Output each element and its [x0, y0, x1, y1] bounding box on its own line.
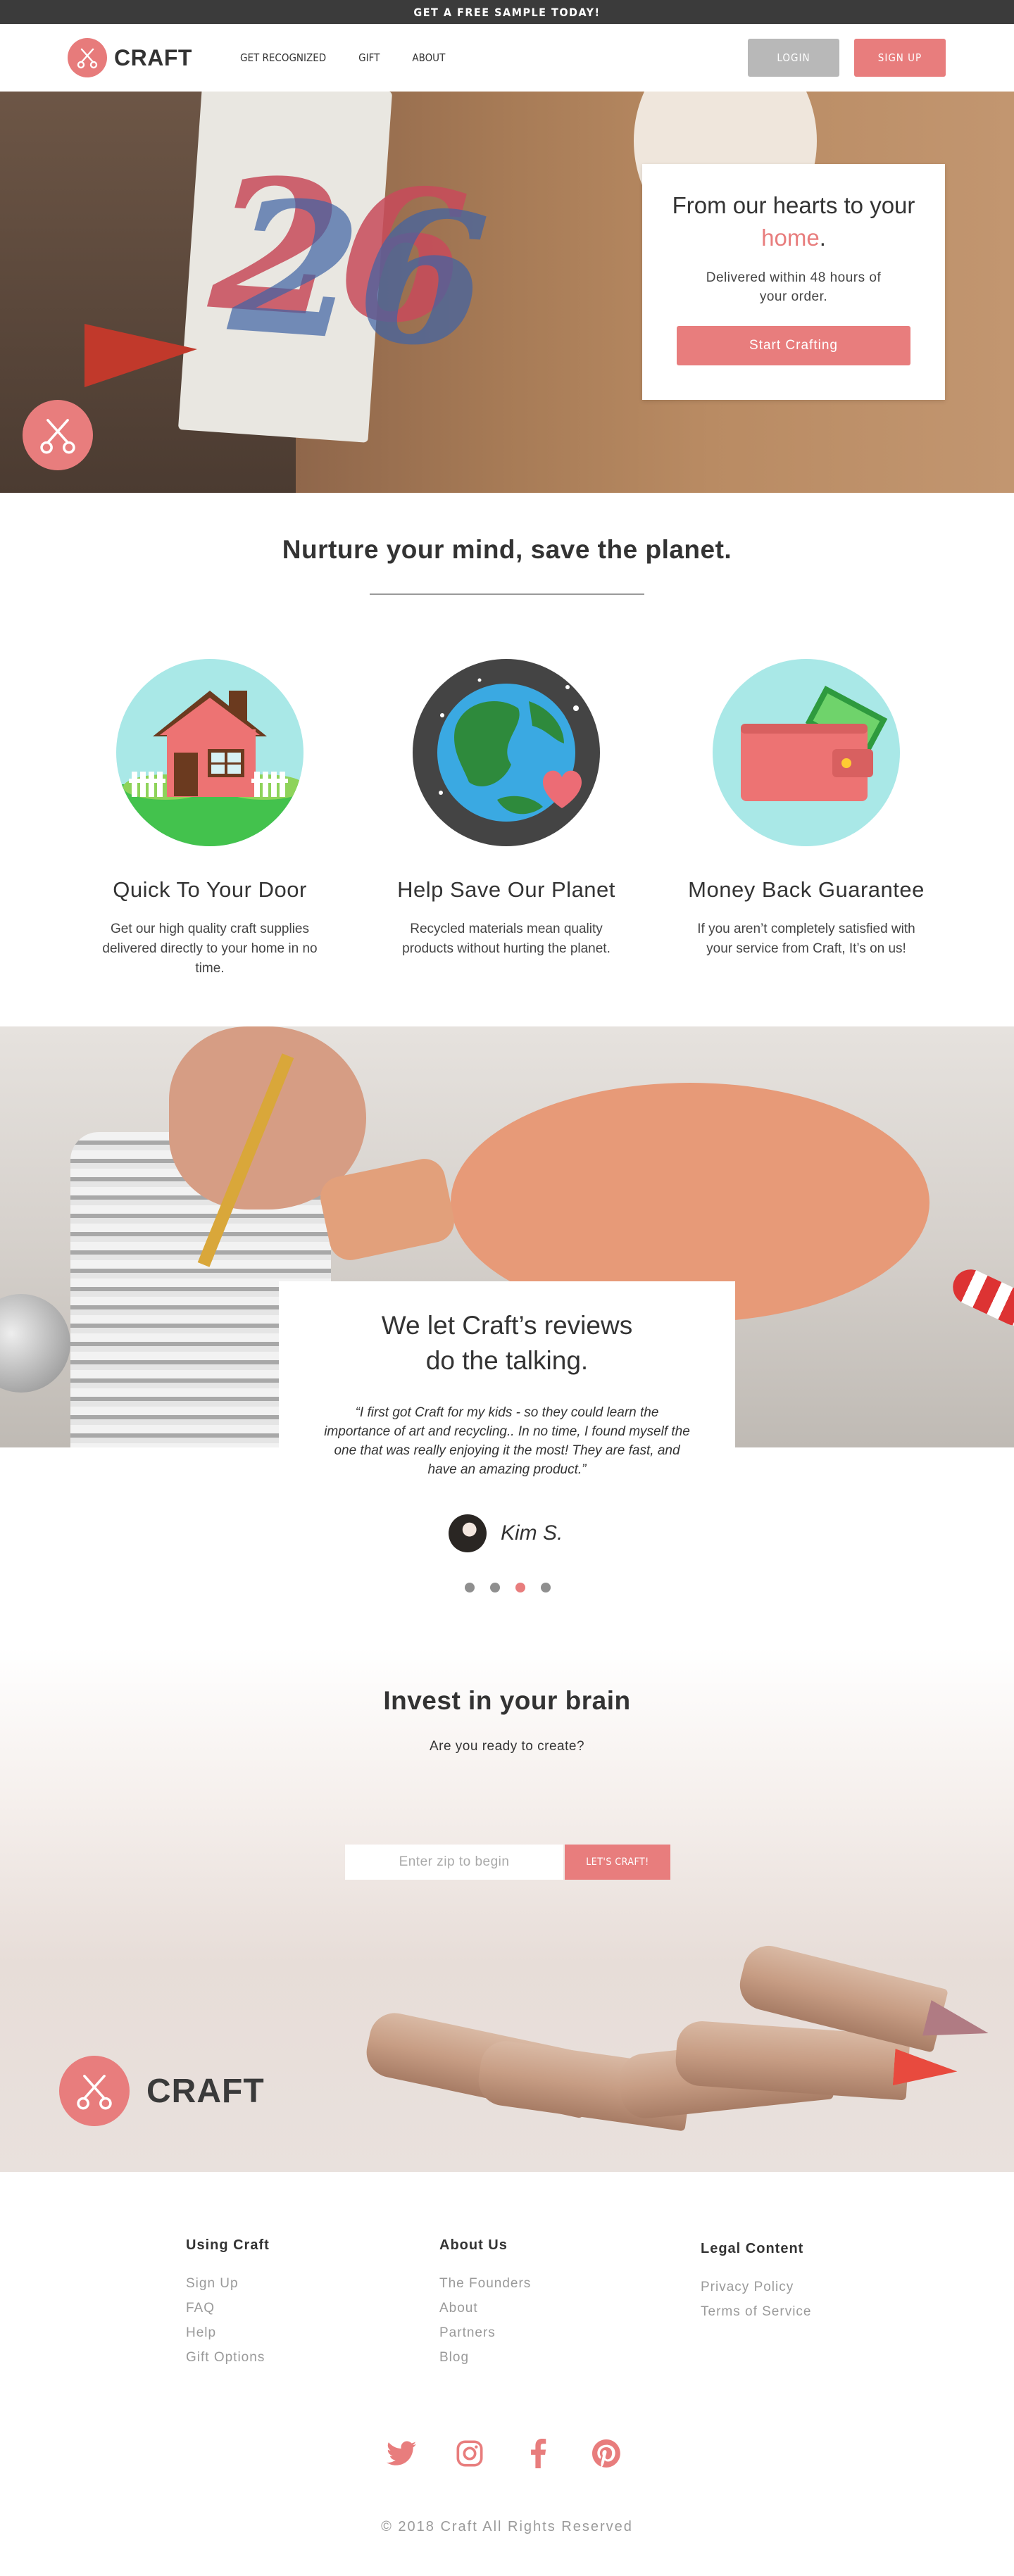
signup-button[interactable]: SIGN UP	[854, 39, 946, 77]
hero-shirt-number-shadow: 26	[224, 158, 494, 391]
footer-link-terms[interactable]: Terms of Service	[701, 2299, 811, 2324]
lets-craft-button[interactable]: LET'S CRAFT!	[565, 1845, 670, 1880]
review-quote: “I first got Craft for my kids - so they…	[324, 1405, 690, 1477]
feature-title: Money Back Guarantee	[688, 877, 925, 902]
hero-subtitle: Delivered within 48 hours of your order.	[706, 270, 882, 304]
hero-scissors-badge	[23, 400, 93, 470]
zip-input[interactable]	[345, 1845, 563, 1880]
nav-links: GET RECOGNIZED GIFT ABOUT	[240, 24, 477, 92]
striped-candy-image	[947, 1263, 1014, 1332]
twitter-icon[interactable]	[386, 2438, 417, 2469]
hero-title-end: .	[819, 225, 826, 251]
instagram-icon[interactable]	[454, 2438, 485, 2469]
nav-link-get-recognized[interactable]: GET RECOGNIZED	[240, 51, 326, 64]
feature-money-back: Money Back Guarantee If you aren’t compl…	[665, 659, 947, 959]
footer-link-faq[interactable]: FAQ	[186, 2296, 270, 2320]
review-author-name: Kim S.	[501, 1521, 563, 1545]
footer-logo[interactable]: CRAFT	[59, 2056, 265, 2126]
hero-title-text: From our hearts to your	[672, 192, 915, 218]
carousel-dot[interactable]	[541, 1583, 551, 1592]
login-button[interactable]: LOGIN	[748, 39, 839, 77]
footer-link-partners[interactable]: Partners	[439, 2320, 531, 2345]
feature-title: Help Save Our Planet	[397, 877, 615, 902]
footer-heading: About Us	[439, 2237, 508, 2253]
footer-link-sign-up[interactable]: Sign Up	[186, 2271, 270, 2296]
feature-text: Get our high quality craft supplies deli…	[102, 922, 318, 976]
hero-title: From our hearts to your home.	[642, 189, 945, 254]
footer-heading: Legal Content	[701, 2241, 804, 2256]
footer-column-legal: Legal Content Privacy Policy Terms of Se…	[701, 2241, 811, 2324]
carousel-dot[interactable]	[490, 1583, 500, 1592]
reviews-title: We let Craft’s reviews do the talking.	[279, 1308, 735, 1378]
carousel-dot[interactable]	[465, 1583, 475, 1592]
footer-link-about[interactable]: About	[439, 2296, 531, 2320]
mission-title: Nurture your mind, save the planet.	[282, 535, 732, 564]
top-nav: CRAFT GET RECOGNIZED GIFT ABOUT LOGIN SI…	[0, 24, 1014, 92]
hero-card: From our hearts to your home. Delivered …	[642, 164, 945, 400]
feature-quick-delivery: Quick To Your Door Get our high quality …	[69, 659, 351, 979]
social-links	[386, 2438, 622, 2469]
footer-column-about-us: About Us The Founders About Partners Blo…	[439, 2237, 531, 2370]
logo[interactable]: CRAFT	[68, 38, 192, 77]
scissors-icon	[40, 419, 75, 454]
scissors-icon	[59, 2056, 130, 2126]
page: GET A FREE SAMPLE TODAY! CRAFT GET RECOG…	[0, 0, 1014, 2576]
divider	[370, 593, 644, 595]
footer-link-founders[interactable]: The Founders	[439, 2271, 531, 2296]
ornament-image	[0, 1294, 70, 1393]
invest-title: Invest in your brain	[383, 1686, 631, 1715]
carousel-dots	[465, 1583, 551, 1592]
facebook-icon[interactable]	[522, 2438, 553, 2469]
avatar	[449, 1514, 487, 1552]
planet-heart-icon	[413, 659, 600, 846]
pinterest-icon[interactable]	[591, 2438, 622, 2469]
footer-column-using-craft: Using Craft Sign Up FAQ Help Gift Option…	[186, 2237, 270, 2370]
footer-link-privacy[interactable]: Privacy Policy	[701, 2275, 811, 2299]
footer-link-gift-options[interactable]: Gift Options	[186, 2345, 270, 2370]
carousel-dot-active[interactable]	[515, 1583, 525, 1592]
feature-text: Recycled materials mean quality products…	[402, 922, 611, 956]
reviews-title-line1: We let Craft’s reviews	[381, 1311, 633, 1340]
promo-banner[interactable]: GET A FREE SAMPLE TODAY!	[0, 0, 1014, 24]
review-author: Kim S.	[449, 1514, 563, 1553]
hero: 26 26 From our hearts to your home. Deli…	[0, 92, 1014, 493]
nav-link-gift[interactable]: GIFT	[358, 51, 380, 64]
copyright: © 2018 Craft All Rights Reserved	[381, 2519, 633, 2534]
wallet-icon	[713, 659, 900, 846]
feature-text: If you aren’t completely satisfied with …	[697, 922, 915, 956]
promo-banner-text[interactable]: GET A FREE SAMPLE TODAY!	[413, 6, 600, 19]
feature-title: Quick To Your Door	[113, 877, 307, 902]
footer-link-help[interactable]: Help	[186, 2320, 270, 2345]
nav-link-about[interactable]: ABOUT	[412, 51, 445, 64]
logo-text: CRAFT	[114, 44, 192, 70]
reviews-title-line2: do the talking.	[425, 1346, 589, 1375]
feature-save-planet: Help Save Our Planet Recycled materials …	[365, 659, 647, 959]
footer-link-blog[interactable]: Blog	[439, 2345, 531, 2370]
house-icon	[116, 659, 303, 846]
footer-logo-text: CRAFT	[146, 2072, 265, 2110]
footer-heading: Using Craft	[186, 2237, 270, 2253]
scissors-icon	[68, 38, 107, 77]
hero-title-accent: home	[761, 225, 820, 251]
invest-subtitle: Are you ready to create?	[429, 1739, 585, 1754]
start-crafting-button[interactable]: Start Crafting	[677, 326, 910, 365]
hero-shirt-image: 26 26	[177, 92, 494, 443]
